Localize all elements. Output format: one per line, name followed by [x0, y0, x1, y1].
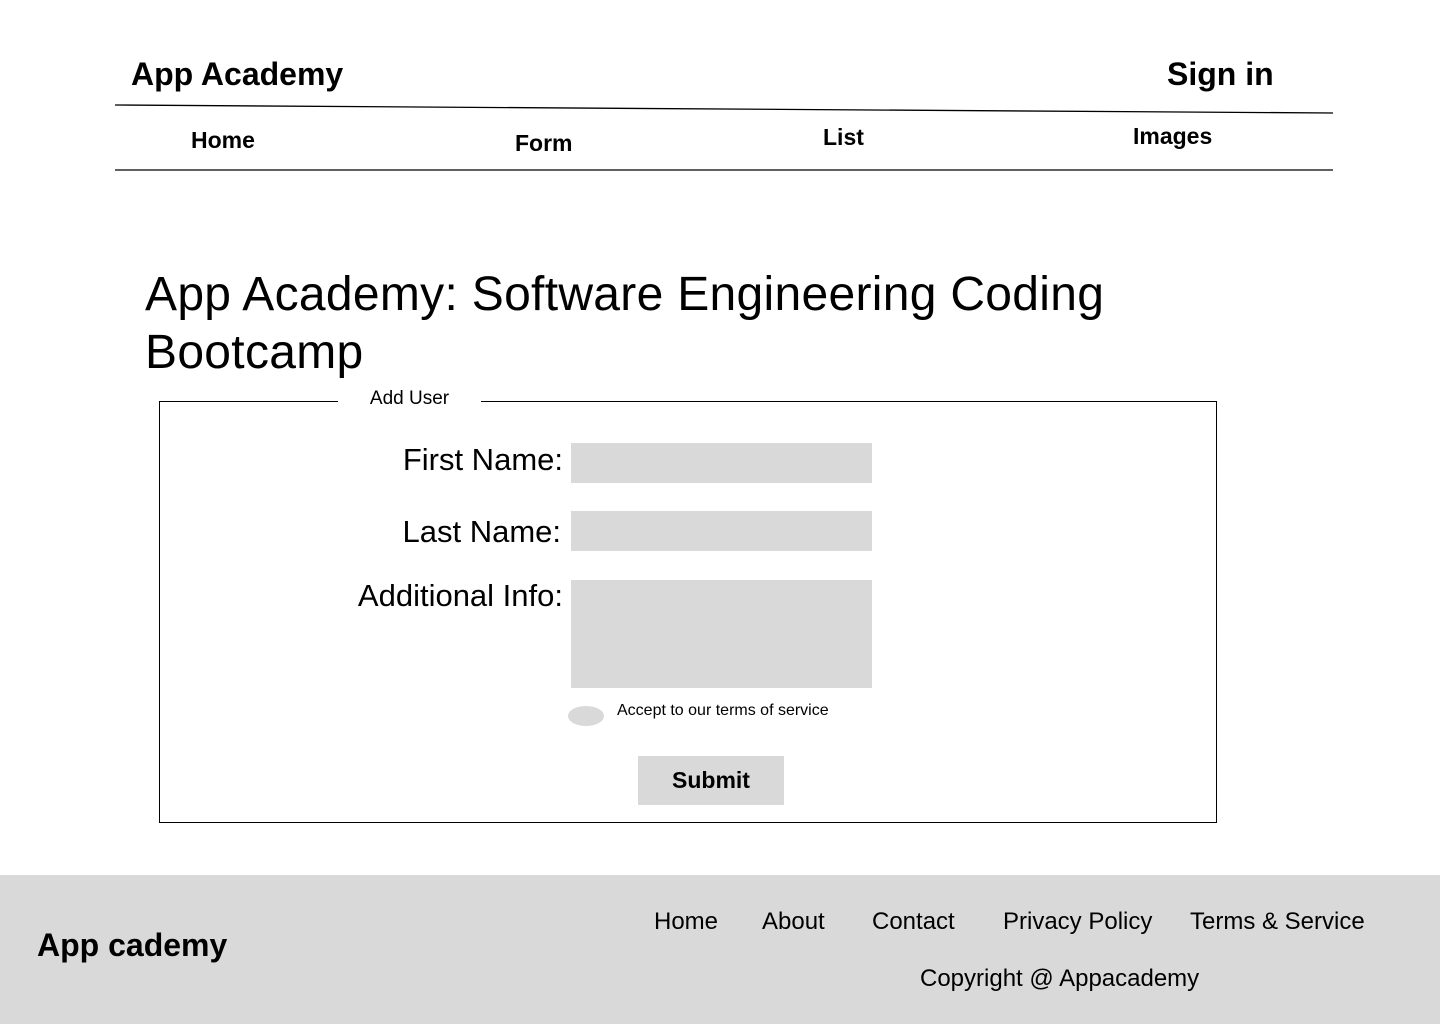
- footer: App cademy Home About Contact Privacy Po…: [0, 875, 1440, 1024]
- copyright-text: Copyright @ Appacademy: [920, 965, 1200, 992]
- form-legend: Add User: [338, 387, 481, 411]
- footer-link-contact[interactable]: Contact: [872, 908, 955, 936]
- footer-link-home[interactable]: Home: [654, 908, 718, 936]
- nav-item-list[interactable]: List: [823, 123, 864, 151]
- nav-dividers: [115, 104, 1334, 171]
- nav-item-home[interactable]: Home: [191, 126, 255, 154]
- additional-info-label: Additional Info:: [357, 578, 563, 613]
- footer-link-terms-service[interactable]: Terms & Service: [1190, 908, 1365, 936]
- nav-item-images[interactable]: Images: [1133, 122, 1212, 150]
- first-name-label: First Name:: [402, 442, 563, 477]
- page: App Academy Sign in Home Form List Image…: [0, 0, 1440, 1024]
- last-name-label: Last Name:: [402, 514, 561, 549]
- terms-label: Accept to our terms of service: [617, 702, 829, 719]
- nav-top-divider: [115, 104, 1334, 114]
- last-name-input[interactable]: [571, 511, 872, 551]
- footer-link-privacy-policy[interactable]: Privacy Policy: [1003, 908, 1152, 936]
- additional-info-textarea[interactable]: [571, 580, 872, 688]
- nav-item-form[interactable]: Form: [515, 129, 573, 157]
- page-title: App Academy: Software Engineering Coding…: [145, 268, 1105, 379]
- footer-brand: App cademy: [37, 927, 228, 963]
- submit-button[interactable]: Submit: [638, 756, 784, 805]
- terms-toggle[interactable]: [568, 706, 604, 726]
- first-name-input[interactable]: [571, 443, 872, 483]
- footer-link-about[interactable]: About: [762, 908, 825, 936]
